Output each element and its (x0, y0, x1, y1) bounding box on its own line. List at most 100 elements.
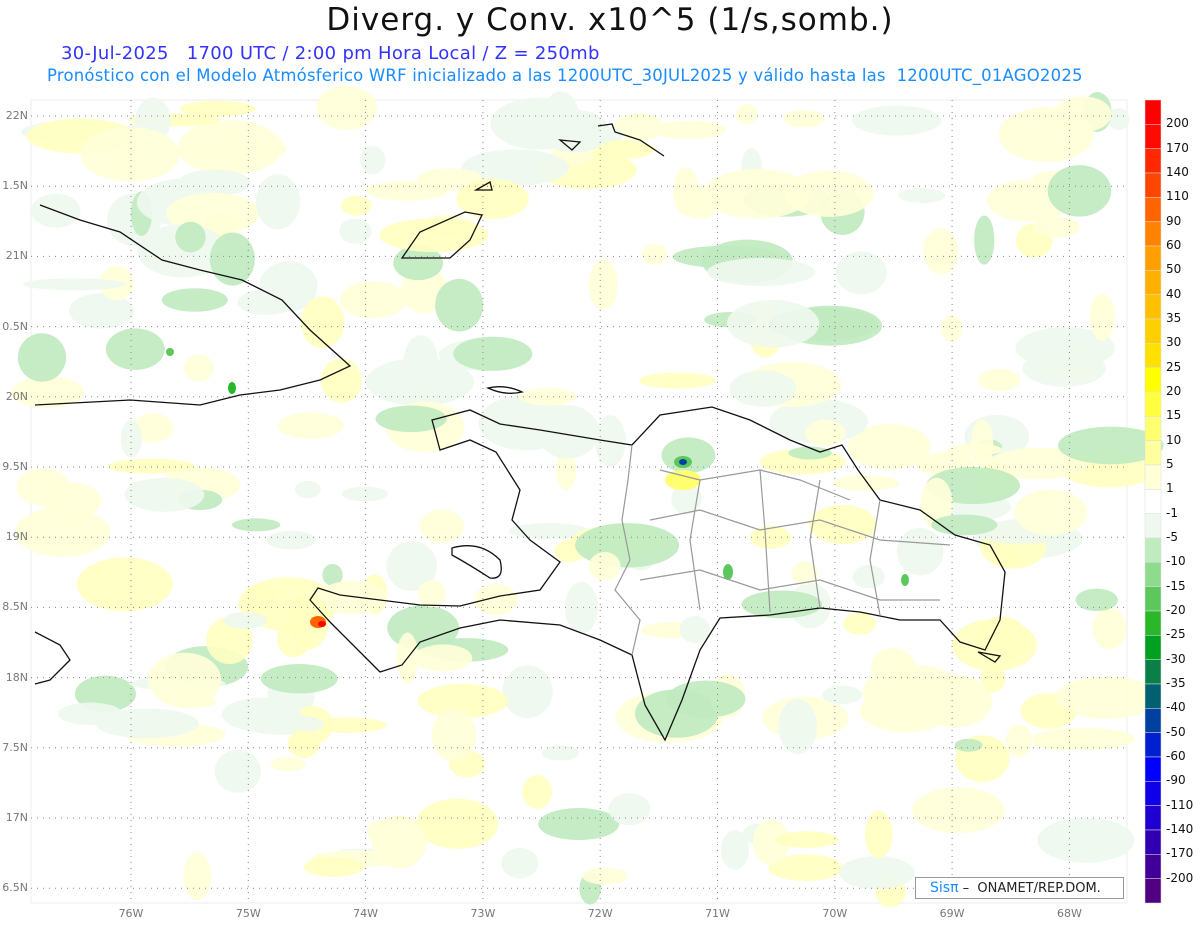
colorbar-swatch (1144, 99, 1162, 125)
field-blob (231, 518, 281, 532)
field-blob (843, 612, 876, 635)
colorbar-label: -10 (1166, 554, 1186, 569)
field-blob (588, 259, 618, 310)
field-blob (582, 867, 628, 885)
field-blob (414, 644, 473, 672)
colorbar-label: 1 (1166, 481, 1174, 496)
field-blob (214, 749, 261, 793)
field-blob (161, 288, 228, 312)
field-blob (338, 218, 372, 244)
colorbar-swatch (1144, 854, 1162, 879)
lat-label: 21N (5, 249, 28, 263)
colorbar-label: 10 (1166, 432, 1182, 447)
colorbar-label: 35 (1166, 311, 1182, 325)
field-blob (287, 730, 320, 758)
colorbar-label: 25 (1166, 359, 1182, 374)
field-blob (862, 665, 966, 720)
field-blob (124, 477, 205, 512)
field-blob (222, 612, 267, 629)
field-blob (896, 527, 944, 576)
field-blob (105, 328, 165, 370)
colorbar-label: -20 (1166, 603, 1186, 617)
field-blob (16, 468, 70, 506)
lat-label: 6.5N (2, 881, 28, 895)
field-blob (183, 852, 212, 901)
lon-label: 72W (587, 907, 613, 920)
lon-label: 71W (705, 907, 730, 920)
field-blob (749, 526, 792, 549)
field-blob (506, 103, 530, 135)
colorbar-swatch (1144, 148, 1162, 174)
field-blob (522, 774, 553, 809)
lon-label: 76W (118, 907, 144, 920)
field-blob (260, 664, 338, 694)
lat-label: 1.5N (2, 179, 28, 193)
field-blob (303, 856, 364, 877)
field-blob (538, 807, 620, 841)
field-blob (175, 221, 206, 253)
colorbar-label: 60 (1166, 238, 1182, 252)
colorbar-label: -15 (1166, 578, 1186, 593)
colorbar-swatch (1144, 513, 1162, 539)
field-blob (661, 437, 716, 474)
field-blob (608, 793, 651, 826)
colorbar-label: 30 (1166, 335, 1182, 350)
field-blob (1054, 96, 1112, 133)
field-core (901, 574, 909, 586)
field-blob (22, 278, 125, 291)
field-blob (1089, 293, 1115, 341)
colorbar-label: -200 (1166, 870, 1194, 885)
field-blob (912, 787, 1005, 834)
lon-label: 70W (822, 907, 848, 920)
map-plot (11, 86, 1164, 908)
field-blob (839, 856, 915, 890)
field-blob (898, 188, 946, 204)
colorbar-swatch (1144, 391, 1162, 417)
colorbar-swatch (1144, 124, 1162, 149)
field-blob (320, 358, 362, 403)
field-blob (165, 695, 217, 709)
colorbar-swatch (1144, 878, 1162, 904)
lat-label: 22N (5, 109, 28, 122)
field-blob (588, 552, 621, 581)
colorbar-label: 170 (1166, 140, 1189, 155)
colorbar-label: -90 (1166, 773, 1186, 788)
field-blob (183, 354, 214, 382)
colorbar-swatch (1144, 562, 1162, 587)
field-blob (639, 372, 716, 389)
colorbar-label: 40 (1166, 286, 1182, 301)
lon-label: 69W (939, 907, 965, 920)
colorbar-swatch (1144, 464, 1162, 490)
lat-label: 17N (5, 811, 28, 824)
field-blob (782, 109, 825, 128)
lat-label: 20N (5, 389, 28, 403)
field-core (679, 459, 687, 465)
field-blob (341, 486, 389, 502)
field-blob (58, 702, 123, 726)
field-blob (651, 121, 727, 140)
field-blob (417, 580, 446, 608)
colorbar-label: 5 (1166, 457, 1174, 471)
field-blob (832, 475, 899, 491)
field-blob (564, 581, 598, 634)
field-blob (851, 105, 942, 136)
field-blob (887, 669, 912, 710)
colorbar-label: -50 (1166, 724, 1186, 739)
field-blob (642, 243, 668, 265)
lat-label: 9.5N (2, 460, 28, 473)
lat-label: 18N (5, 670, 28, 684)
lon-label: 73W (470, 907, 496, 920)
field-blob (17, 333, 67, 382)
field-blob (978, 368, 1021, 392)
colorbar-label: -60 (1166, 749, 1186, 763)
sispi-logo: Sisπ (930, 880, 959, 896)
field-blob (1014, 489, 1088, 536)
colorbar-swatch (1144, 245, 1162, 271)
field-blob (923, 228, 959, 275)
field-blob (974, 215, 995, 265)
field-blob (720, 830, 749, 870)
field-blob (852, 564, 885, 589)
colorbar-label: 140 (1166, 165, 1189, 179)
field-blob (453, 336, 533, 371)
colorbar-swatch (1144, 659, 1162, 685)
